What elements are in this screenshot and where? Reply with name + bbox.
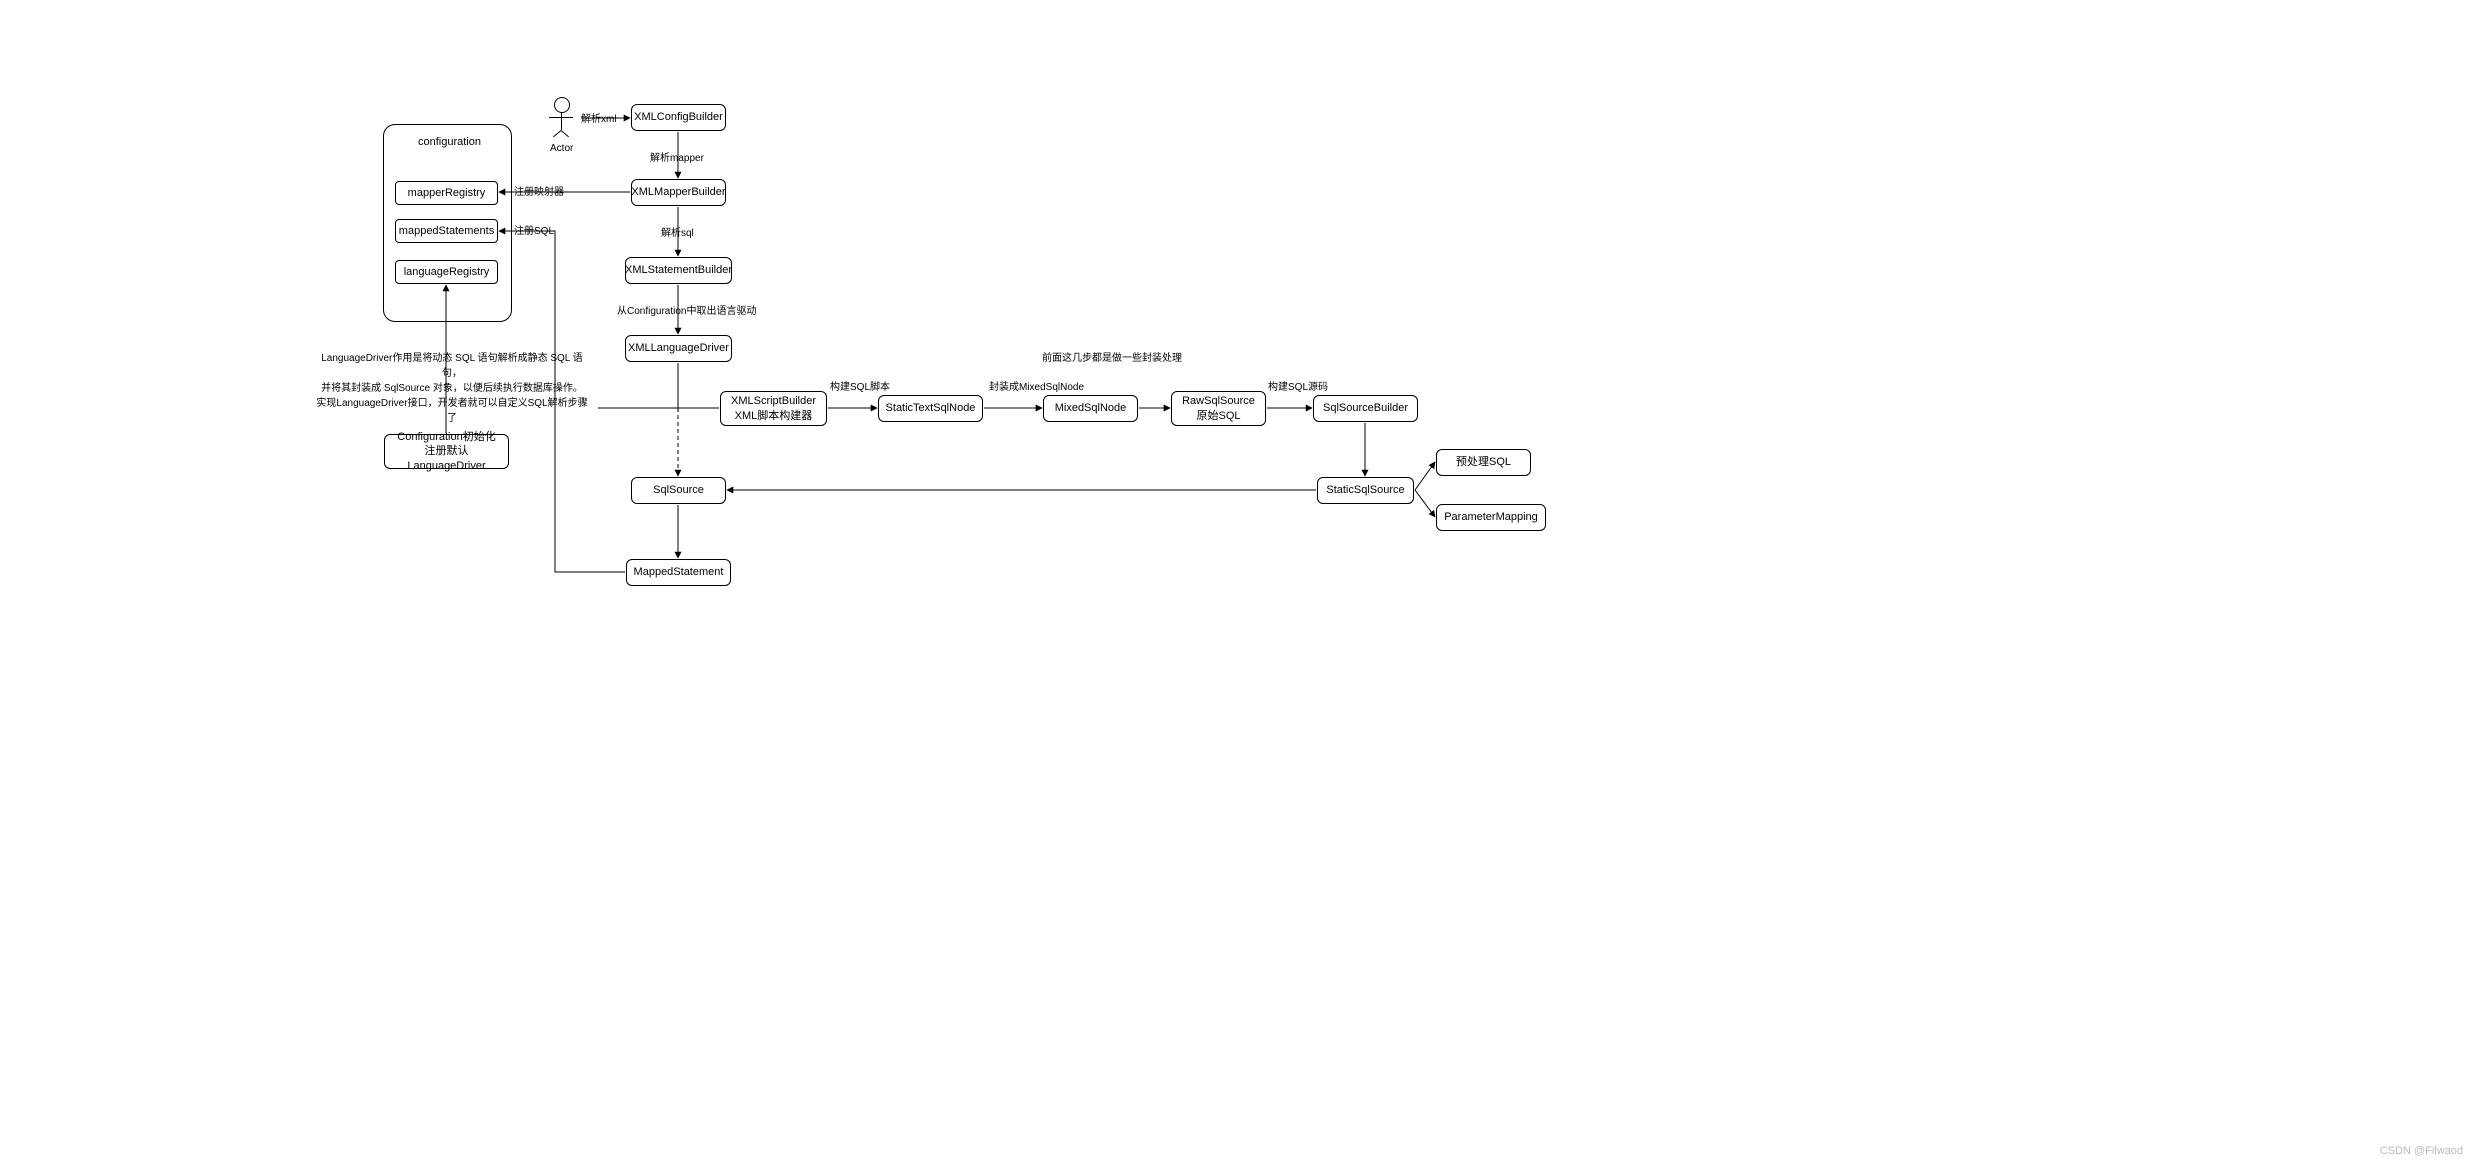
edge-label-build-sql-source: 构建SQL源码 — [1268, 378, 1328, 393]
xml-mapper-builder: XMLMapperBuilder — [631, 179, 726, 206]
watermark: CSDN @Filwaod — [2380, 1145, 2463, 1157]
diagram-canvas: configuration mapperRegistry mappedState… — [0, 0, 2481, 1169]
static-text-sql-node: StaticTextSqlNode — [878, 395, 983, 422]
mixed-sql-node: MixedSqlNode — [1043, 395, 1138, 422]
xml-language-driver: XMLLanguageDriver — [625, 335, 732, 362]
sql-source-builder: SqlSourceBuilder — [1313, 395, 1418, 422]
edge-layer — [0, 0, 2481, 1169]
xml-script-builder-label: XMLScriptBuilderXML脚本构建器 — [731, 394, 816, 423]
wrap-note: 前面这几步都是做一些封装处理 — [1042, 349, 1182, 364]
raw-sql-source-label: RawSqlSource原始SQL — [1182, 394, 1255, 423]
mapped-statements-cell: mappedStatements — [395, 219, 498, 243]
configuration-init: Configuration初始化注册默认LanguageDriver — [384, 434, 509, 469]
edge-label-build-script: 构建SQL脚本 — [830, 378, 890, 393]
configuration-init-label: Configuration初始化注册默认LanguageDriver — [387, 430, 506, 473]
raw-sql-source: RawSqlSource原始SQL — [1171, 391, 1266, 426]
static-sql-source: StaticSqlSource — [1317, 477, 1414, 504]
edge-label-parse-mapper: 解析mapper — [650, 149, 704, 164]
actor-label: Actor — [550, 143, 573, 154]
xml-config-builder: XMLConfigBuilder — [631, 104, 726, 131]
edge-label-register-mapper: 注册映射器 — [514, 183, 564, 198]
edge-label-wrap-mixed: 封装成MixedSqlNode — [989, 378, 1084, 393]
language-registry-cell: languageRegistry — [395, 260, 498, 284]
mapped-statement: MappedStatement — [626, 559, 731, 586]
configuration-title: configuration — [418, 136, 481, 148]
sql-source: SqlSource — [631, 477, 726, 504]
xml-statement-builder: XMLStatementBuilder — [625, 257, 732, 284]
edge-label-lang-driver: 从Configuration中取出语言驱动 — [617, 302, 756, 317]
parameter-mapping: ParameterMapping — [1436, 504, 1546, 531]
preprocess-sql: 预处理SQL — [1436, 449, 1531, 476]
mapper-registry-cell: mapperRegistry — [395, 181, 498, 205]
xml-script-builder: XMLScriptBuilderXML脚本构建器 — [720, 391, 827, 426]
edge-label-parse-sql: 解析sql — [661, 224, 694, 239]
language-driver-note: LanguageDriver作用是将动态 SQL 语句解析成静态 SQL 语句，… — [312, 351, 592, 426]
edge-label-register-sql: 注册SQL — [514, 222, 554, 237]
edge-label-parse-xml: 解析xml — [581, 110, 617, 125]
